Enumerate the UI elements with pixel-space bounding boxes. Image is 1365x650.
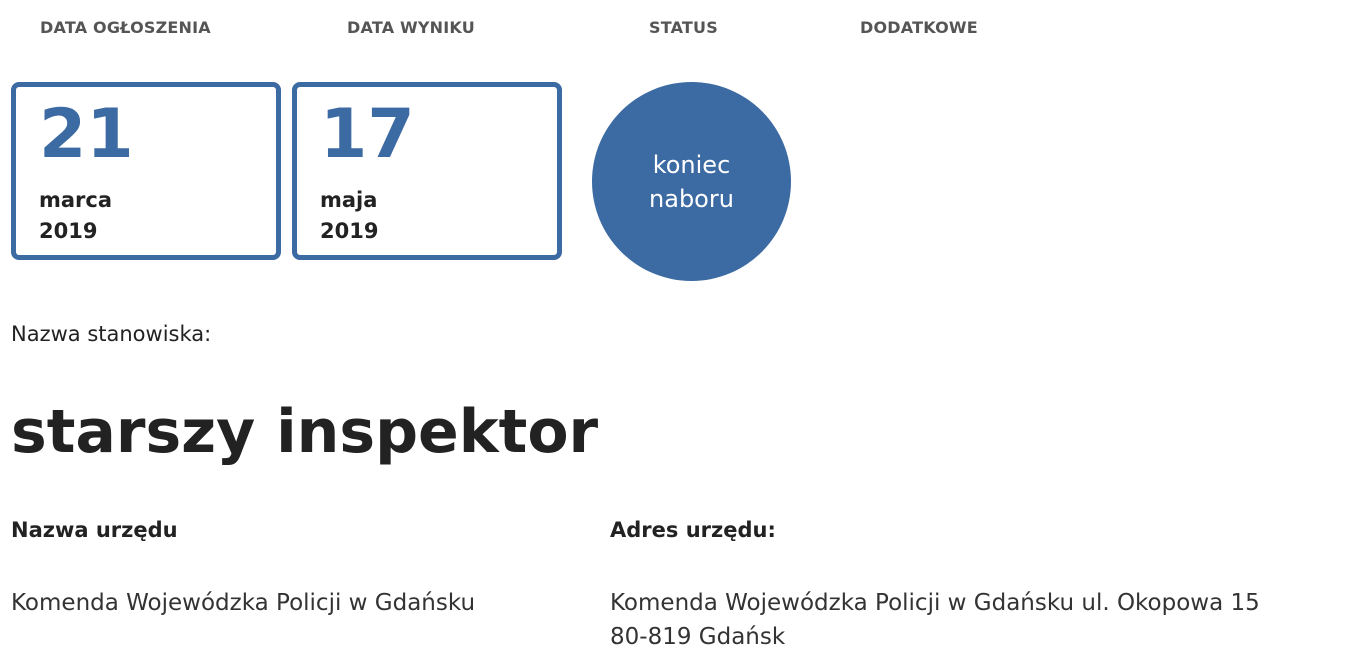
office-name-value: Komenda Wojewódzka Policji w Gdańsku xyxy=(11,590,476,616)
status-badge: koniec naboru xyxy=(592,82,791,281)
status-text-line-1: koniec xyxy=(652,150,731,179)
result-date-header: DATA WYNIKU xyxy=(347,18,475,37)
additional-header: DODATKOWE xyxy=(860,18,978,37)
announcement-year: 2019 xyxy=(39,219,98,243)
status-header: STATUS xyxy=(649,18,718,37)
result-month: maja xyxy=(320,188,378,212)
announcement-day: 21 xyxy=(39,95,134,174)
result-day: 17 xyxy=(320,95,415,174)
job-offer-page: DATA OGŁOSZENIA DATA WYNIKU STATUS DODAT… xyxy=(0,0,1365,650)
announcement-date-card: 21 marca 2019 xyxy=(11,82,281,260)
status-text-line-2: naboru xyxy=(649,184,734,213)
position-title: starszy inspektor xyxy=(11,397,599,467)
column-headers: DATA OGŁOSZENIA DATA WYNIKU STATUS DODAT… xyxy=(0,0,1365,60)
office-name-label: Nazwa urzędu xyxy=(11,518,178,542)
announcement-date-header: DATA OGŁOSZENIA xyxy=(40,18,211,37)
office-address-line-1: Komenda Wojewódzka Policji w Gdańsku ul.… xyxy=(610,590,1260,616)
announcement-month: marca xyxy=(39,188,113,212)
position-name-label: Nazwa stanowiska: xyxy=(11,322,212,346)
result-year: 2019 xyxy=(320,219,379,243)
office-address-value: Komenda Wojewódzka Policji w Gdańsku ul.… xyxy=(610,586,1365,650)
office-address-line-2: 80-819 Gdańsk xyxy=(610,624,786,650)
office-address-label: Adres urzędu: xyxy=(610,518,776,542)
result-date-card: 17 maja 2019 xyxy=(292,82,562,260)
